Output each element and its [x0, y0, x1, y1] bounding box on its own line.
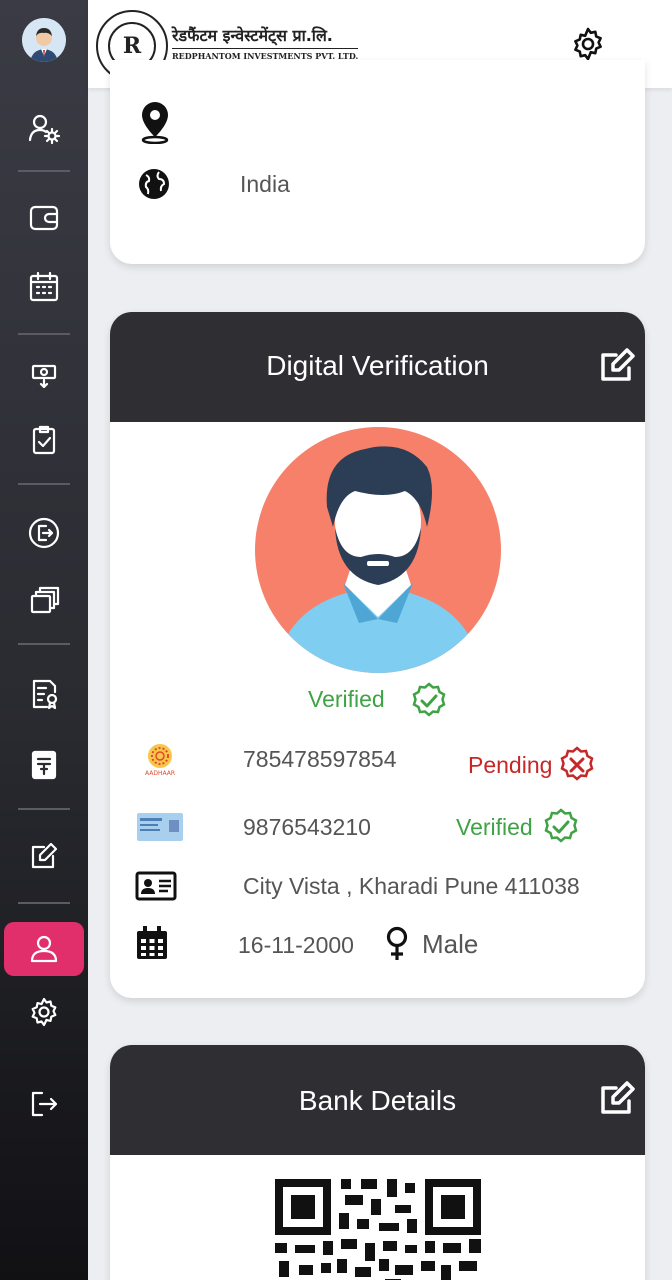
report-icon[interactable]: [22, 742, 66, 786]
settings-gear-icon[interactable]: [22, 990, 66, 1034]
profile-photo: [255, 427, 501, 673]
wallet-icon[interactable]: [22, 196, 66, 240]
certificate-icon[interactable]: [22, 672, 66, 716]
edit-bank-details-icon[interactable]: [597, 1079, 637, 1119]
card-title: Digital Verification: [266, 350, 489, 381]
pan-number: 9876543210: [243, 814, 371, 840]
profile-icon[interactable]: [22, 927, 66, 971]
exit-circle-icon[interactable]: [22, 511, 66, 555]
sidebar-divider: [18, 170, 70, 172]
company-name-hindi: रेडफैंटम इन्वेस्टमेंट्स प्रा.लि.: [172, 26, 333, 45]
sidebar-divider: [18, 333, 70, 335]
sidebar: [0, 0, 88, 1280]
pending-badge-icon: [560, 746, 594, 781]
address-value: City Vista , Kharadi Pune 411038: [243, 873, 580, 899]
qr-code: [275, 1179, 481, 1280]
edit-icon[interactable]: [22, 834, 66, 878]
card-title: Bank Details: [298, 1085, 457, 1116]
header-settings-icon[interactable]: [570, 26, 606, 62]
aadhaar-logo-icon: AADHAAR: [145, 744, 175, 777]
money-transfer-icon[interactable]: [22, 352, 66, 396]
pan-verified-status: Verified: [456, 814, 533, 840]
sidebar-divider: [18, 902, 70, 904]
clipboard-check-icon[interactable]: [22, 418, 66, 462]
card-header: Digital Verification: [110, 312, 645, 422]
card-header: Bank Details: [110, 1045, 645, 1155]
sidebar-divider: [18, 483, 70, 485]
location-pin-icon: [141, 102, 169, 144]
user-settings-icon[interactable]: [22, 106, 66, 150]
address-card: India: [110, 60, 645, 264]
edit-verification-icon[interactable]: [597, 346, 637, 386]
photo-verified-status: Verified: [308, 686, 385, 712]
verified-badge-icon: [412, 682, 446, 717]
aadhaar-number: 785478597854: [243, 746, 397, 772]
dob-value: 16-11-2000: [238, 932, 354, 958]
sidebar-divider: [18, 808, 70, 810]
globe-icon: [139, 169, 169, 199]
aadhaar-pending-status: Pending: [468, 752, 553, 778]
svg-text:AADHAAR: AADHAAR: [145, 770, 175, 777]
bank-details-card: Bank Details: [110, 1045, 645, 1280]
gender-value: Male: [422, 929, 479, 959]
user-avatar[interactable]: [22, 18, 66, 62]
female-gender-icon: [386, 926, 408, 960]
stack-icon[interactable]: [22, 578, 66, 622]
logout-icon[interactable]: [22, 1082, 66, 1126]
verified-badge-icon: [544, 808, 578, 843]
id-card-icon: [135, 871, 177, 901]
digital-verification-card: Digital Verification Verified AADHAAR 78…: [110, 312, 645, 998]
calendar-icon[interactable]: [22, 265, 66, 309]
country-value: India: [240, 171, 290, 197]
sidebar-divider: [18, 643, 70, 645]
pan-card-icon: [137, 813, 183, 841]
calendar-icon: [137, 926, 167, 959]
